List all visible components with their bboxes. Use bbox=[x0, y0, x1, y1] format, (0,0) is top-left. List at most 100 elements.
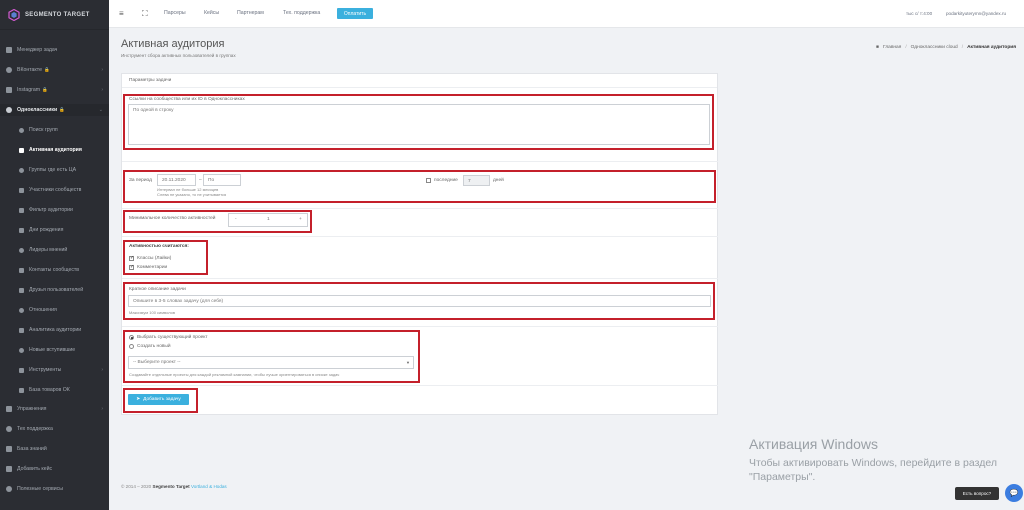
filter-icon bbox=[19, 207, 24, 213]
sidebar-item-exercises[interactable]: Упражнения › bbox=[0, 403, 109, 415]
sidebar-item-community-contacts[interactable]: Контакты сообществ bbox=[0, 264, 109, 276]
brand-logo-icon bbox=[8, 8, 20, 21]
nav-link-cases[interactable]: Кейсы bbox=[204, 10, 219, 16]
sidebar-item-user-friends[interactable]: Друзья пользователей bbox=[0, 284, 109, 296]
sidebar-item-label: Instagram bbox=[17, 87, 41, 93]
comments-label: Комментарии bbox=[137, 265, 168, 270]
fullscreen-icon[interactable]: ⛶ bbox=[142, 9, 148, 19]
chevron-right-icon: › bbox=[101, 406, 103, 412]
nav-link-partners[interactable]: Партнерам bbox=[237, 10, 264, 16]
plus-icon bbox=[6, 466, 12, 472]
sidebar-item-useful-services[interactable]: Полезные сервисы bbox=[0, 483, 109, 495]
sidebar-item-audience-filter[interactable]: Фильтр аудитории bbox=[0, 204, 109, 216]
heart-icon bbox=[19, 147, 24, 153]
tools-icon bbox=[19, 367, 24, 373]
sidebar-item-new-members[interactable]: Новые вступившие bbox=[0, 344, 109, 356]
date-to-placeholder: По bbox=[208, 178, 215, 183]
exercise-icon bbox=[6, 406, 12, 412]
sidebar-item-label: Добавить кейс bbox=[17, 466, 53, 472]
links-label: Ссылки на сообщества или их ID в Однокла… bbox=[129, 97, 245, 102]
sidebar-item-audience-analytics[interactable]: Аналитика аудитории bbox=[0, 324, 109, 336]
project-new-label: Создать новый bbox=[137, 344, 171, 349]
divider bbox=[122, 385, 718, 386]
sidebar-item-active-audience[interactable]: Активная аудитория bbox=[0, 144, 109, 156]
sidebar-item-instagram[interactable]: Instagram 🔒 › bbox=[0, 84, 109, 96]
sidebar-item-ok-products[interactable]: База товаров ОК bbox=[0, 384, 109, 396]
sidebar-item-label: Друзья пользователей bbox=[29, 287, 84, 293]
sidebar-item-label: Инструменты bbox=[29, 367, 62, 373]
stepper-plus-button[interactable]: + bbox=[299, 217, 302, 222]
sidebar-item-groups-with-ta[interactable]: Группы где есть ЦА bbox=[0, 164, 109, 176]
add-task-button[interactable]: ➤ Добавить задачу bbox=[128, 394, 189, 405]
nav-link-support[interactable]: Тех. поддержка bbox=[283, 10, 320, 16]
date-from-input[interactable]: 20.11.2020 bbox=[157, 174, 196, 186]
project-existing-radio[interactable] bbox=[129, 335, 134, 340]
nav-link-parsers[interactable]: Парсеры bbox=[164, 10, 186, 16]
footer-made-by[interactable]: Vortland & Hodas bbox=[191, 484, 227, 489]
description-label: Краткое описание задачи bbox=[129, 287, 186, 292]
add-task-label: Добавить задачу bbox=[143, 397, 181, 402]
sidebar-item-birthdays[interactable]: Дни рождения bbox=[0, 224, 109, 236]
activity-title: Активностью считаются: bbox=[129, 244, 189, 249]
sidebar-item-label: Дни рождения bbox=[29, 227, 64, 233]
sidebar-item-ok[interactable]: Одноклассники 🔒 ⌄ bbox=[0, 104, 109, 116]
sidebar-item-vk[interactable]: ВКонтакте 🔒 › bbox=[0, 64, 109, 76]
analytics-icon bbox=[19, 327, 24, 333]
stepper-minus-button[interactable]: - bbox=[235, 217, 237, 222]
sidebar-item-opinion-leaders[interactable]: Лидеры мнений bbox=[0, 244, 109, 256]
brand[interactable]: SEGMENTO TARGET bbox=[0, 0, 109, 30]
project-select[interactable]: -- Выберите проект -- ▼ bbox=[128, 356, 414, 369]
min-activity-stepper[interactable]: - 1 + bbox=[228, 213, 308, 227]
pay-button[interactable]: Оплатить bbox=[337, 8, 373, 19]
dashboard-icon bbox=[6, 47, 12, 53]
likes-label: Классы (Лайки) bbox=[137, 256, 172, 261]
sidebar-item-label: База знаний bbox=[17, 446, 47, 452]
sidebar-item-label: Тех поддержка bbox=[17, 426, 53, 432]
sidebar-item-label: Поиск групп bbox=[29, 127, 58, 133]
date-to-input[interactable]: По bbox=[203, 174, 241, 186]
sidebar-item-label: Одноклассники bbox=[17, 107, 58, 113]
last-days-input[interactable]: 7 bbox=[463, 175, 490, 186]
links-placeholder: По одной в строку bbox=[133, 108, 174, 113]
lock-icon: 🔒 bbox=[42, 87, 48, 92]
breadcrumb: ■ Главная / Одноклассники cloud / Активн… bbox=[876, 45, 1016, 50]
search-icon bbox=[19, 127, 24, 133]
breadcrumb-home[interactable]: Главная bbox=[883, 45, 901, 50]
sidebar-item-task-manager[interactable]: Менеджер задач bbox=[0, 44, 109, 56]
home-icon: ■ bbox=[876, 45, 880, 50]
sidebar-item-tools[interactable]: Инструменты › bbox=[0, 364, 109, 376]
sidebar-item-relations[interactable]: Отношения bbox=[0, 304, 109, 316]
footer-copyright: © 2014 – 2020 bbox=[121, 484, 152, 489]
comments-checkbox[interactable] bbox=[129, 264, 134, 270]
divider bbox=[122, 161, 718, 162]
links-textarea[interactable]: По одной в строку bbox=[128, 104, 710, 145]
chat-icon[interactable]: 💬 bbox=[1005, 484, 1023, 502]
user-icon bbox=[19, 247, 24, 253]
user-email[interactable]: podarkityuterymn@yandex.ru bbox=[946, 11, 1006, 16]
sidebar-item-group-search[interactable]: Поиск групп bbox=[0, 124, 109, 136]
min-activity-label: Минимальное количество активностей bbox=[129, 216, 216, 221]
ask-question-tooltip[interactable]: Есть вопрос? bbox=[955, 487, 999, 500]
last-days-checkbox[interactable] bbox=[426, 178, 431, 183]
footer-brand: Segmento Target bbox=[152, 484, 190, 489]
support-icon bbox=[6, 426, 12, 432]
sidebar-item-support[interactable]: Тех поддержка bbox=[0, 423, 109, 435]
description-placeholder: Опишите в 3-5 словах задачу (для себя) bbox=[133, 299, 224, 304]
sidebar-item-label: Отношения bbox=[29, 307, 57, 313]
project-new-radio[interactable] bbox=[129, 344, 134, 349]
sidebar-item-add-case[interactable]: Добавить кейс bbox=[0, 463, 109, 475]
sidebar-item-label: Лидеры мнений bbox=[29, 247, 68, 253]
send-icon: ➤ bbox=[136, 397, 141, 402]
windows-activation-title: Активация Windows bbox=[749, 436, 879, 452]
divider bbox=[122, 278, 718, 279]
sidebar-item-community-members[interactable]: Участники сообществ bbox=[0, 184, 109, 196]
menu-icon[interactable]: ≡ bbox=[119, 9, 124, 18]
project-existing-label: Выбрать существующий проект bbox=[137, 335, 208, 340]
sidebar-item-label: Новые вступившие bbox=[29, 347, 76, 353]
sidebar-item-knowledge-base[interactable]: База знаний bbox=[0, 443, 109, 455]
breadcrumb-separator: / bbox=[905, 45, 907, 50]
breadcrumb-ok[interactable]: Одноклассники cloud bbox=[911, 45, 958, 50]
users-icon bbox=[19, 187, 24, 193]
description-input[interactable]: Опишите в 3-5 словах задачу (для себя) bbox=[128, 295, 711, 307]
likes-checkbox[interactable] bbox=[129, 255, 134, 261]
